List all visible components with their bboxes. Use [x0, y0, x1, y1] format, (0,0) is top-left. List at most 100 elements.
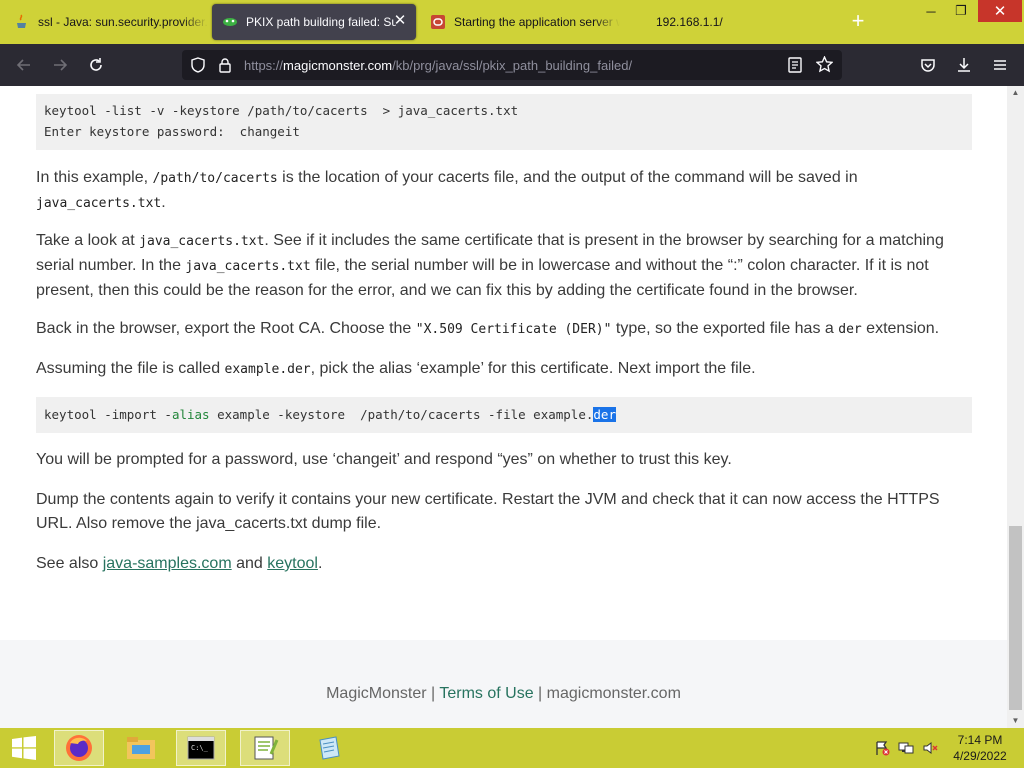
footer-text: MagicMonster | Terms of Use | magicmonst… — [0, 685, 1007, 703]
selected-text[interactable]: der — [593, 407, 616, 422]
paragraph-alias: Assuming the file is called example.der,… — [36, 357, 976, 382]
link-java-samples[interactable]: java-samples.com — [103, 555, 232, 572]
inline-code: java_cacerts.txt — [185, 259, 311, 274]
folder-icon — [127, 737, 155, 759]
bookmark-star-icon[interactable] — [815, 55, 834, 78]
network-icon[interactable] — [898, 740, 914, 756]
paragraph-see-also: See also java-samples.com and keytool. — [36, 552, 976, 576]
action-center-flag-icon[interactable] — [874, 740, 890, 756]
taskbar-notepad-plus-plus[interactable] — [240, 730, 290, 766]
footer-site: magicmonster.com — [546, 685, 681, 702]
downloads-button[interactable] — [952, 53, 976, 77]
pocket-icon — [921, 59, 935, 72]
inline-code: der — [838, 322, 862, 337]
tab-router[interactable]: 192.168.1.1/ — [622, 4, 822, 40]
firefox-icon — [66, 735, 92, 761]
new-tab-button[interactable]: + — [846, 10, 870, 34]
scroll-down-arrow-icon[interactable]: ▼ — [1007, 714, 1024, 728]
separator: | — [533, 685, 547, 702]
download-icon — [958, 58, 970, 72]
text: type, so the exported file has a — [611, 320, 839, 337]
inline-code: java_cacerts.txt — [139, 234, 265, 249]
text: Take a look at — [36, 232, 140, 249]
footer-brand: MagicMonster — [326, 685, 427, 702]
inline-code: /path/to/cacerts — [152, 171, 278, 186]
taskbar-command-prompt[interactable]: C:\_ — [176, 730, 226, 766]
hamburger-menu-icon — [994, 60, 1006, 70]
oracle-icon — [430, 14, 446, 30]
url-bar[interactable]: https://magicmonster.com/kb/prg/java/ssl… — [182, 50, 842, 80]
nav-bar: https://magicmonster.com/kb/prg/java/ssl… — [0, 44, 1024, 86]
paragraph-password-prompt: You will be prompted for a password, use… — [36, 451, 732, 468]
tab-strip: ssl - Java: sun.security.provider.c PKIX… — [0, 0, 1024, 44]
taskbar-firefox[interactable] — [54, 730, 104, 766]
shield-icon[interactable] — [190, 57, 206, 78]
text: Assuming the file is called — [36, 360, 225, 377]
vertical-scrollbar[interactable]: ▲ ▼ — [1007, 86, 1024, 728]
notepad-plus-plus-icon — [254, 736, 279, 760]
paragraph-dump-contents: Dump the contents again to verify it con… — [36, 491, 940, 532]
arrow-left-icon — [16, 59, 30, 71]
page-content: keytool -list -v -keystore /path/to/cace… — [0, 86, 1007, 728]
magicmonster-icon — [222, 14, 238, 30]
tab-ssl-java[interactable]: ssl - Java: sun.security.provider.c — [4, 4, 208, 40]
inline-code: "X.509 Certificate (DER)" — [415, 322, 612, 337]
scroll-up-arrow-icon[interactable]: ▲ — [1007, 86, 1024, 100]
code-block-keytool-list: keytool -list -v -keystore /path/to/cace… — [36, 94, 972, 150]
volume-muted-icon[interactable] — [922, 740, 938, 756]
paragraph-check-certificate: Take a look at java_cacerts.txt. See if … — [36, 229, 976, 303]
terminal-icon: C:\_ — [187, 736, 215, 760]
url-prefix: https:// — [244, 58, 284, 73]
notepad-icon — [319, 736, 340, 760]
text: In this example, — [36, 169, 153, 186]
reload-button[interactable] — [84, 53, 108, 77]
tab-title: PKIX path building failed: Sun — [246, 15, 396, 29]
minimize-button[interactable]: ─ — [916, 0, 946, 22]
maximize-button[interactable]: ❐ — [946, 0, 976, 22]
url-host: magicmonster.com — [283, 58, 393, 73]
java-icon — [14, 14, 30, 30]
forward-button[interactable] — [48, 53, 72, 77]
url-text[interactable]: https://magicmonster.com/kb/prg/java/ssl… — [244, 58, 632, 73]
arrow-right-icon — [54, 59, 68, 71]
text: . — [161, 194, 166, 211]
menu-button[interactable] — [988, 53, 1012, 77]
separator: | — [426, 685, 440, 702]
code-line: keytool -list -v -keystore /path/to/cace… — [44, 103, 519, 118]
scroll-thumb[interactable] — [1009, 526, 1022, 710]
url-path: /kb/prg/java/ssl/pkix_path_building_fail… — [392, 58, 633, 73]
lock-icon[interactable] — [218, 57, 232, 78]
windows-logo-icon — [12, 736, 36, 760]
text: , pick the alias ‘example’ for this cert… — [310, 360, 756, 377]
clock-time: 7:14 PM — [957, 733, 1003, 747]
back-button[interactable] — [12, 53, 36, 77]
text: See also — [36, 555, 103, 572]
text: . — [317, 555, 323, 572]
page-footer: MagicMonster | Terms of Use | magicmonst… — [0, 640, 1007, 728]
code-text: keytool -import - — [44, 407, 172, 422]
tab-app-server[interactable]: Starting the application server w — [420, 4, 620, 40]
tab-pkix-active[interactable]: PKIX path building failed: Sun ✕ — [212, 4, 416, 40]
pocket-button[interactable] — [916, 53, 940, 77]
code-line: Enter keystore password: changeit — [44, 124, 300, 139]
clock-date: 4/29/2022 — [953, 749, 1007, 763]
taskbar-notepad[interactable] — [304, 730, 354, 766]
terms-of-use-link[interactable]: Terms of Use — [439, 685, 533, 702]
system-clock[interactable]: 7:14 PM 4/29/2022 — [944, 732, 1016, 764]
paragraph-export-root-ca: Back in the browser, export the Root CA.… — [36, 317, 976, 342]
text: and — [231, 555, 268, 572]
taskbar-file-explorer[interactable] — [116, 730, 166, 766]
code-keyword: alias — [171, 407, 210, 422]
close-window-button[interactable]: ✕ — [978, 0, 1022, 22]
code-text: example -keystore /path/to/cacerts -file… — [209, 407, 594, 422]
reader-view-icon[interactable] — [788, 57, 802, 78]
tab-title: 192.168.1.1/ — [656, 15, 723, 29]
start-button[interactable] — [0, 730, 48, 766]
text: is the location of your cacerts file, an… — [277, 169, 858, 186]
link-keytool[interactable]: keytool — [267, 555, 318, 572]
close-tab-icon[interactable]: ✕ — [392, 13, 408, 29]
text: extension. — [861, 320, 940, 337]
inline-code: example.der — [224, 362, 311, 377]
inline-code: java_cacerts.txt — [36, 196, 162, 211]
svg-text:C:\_: C:\_ — [191, 744, 209, 752]
